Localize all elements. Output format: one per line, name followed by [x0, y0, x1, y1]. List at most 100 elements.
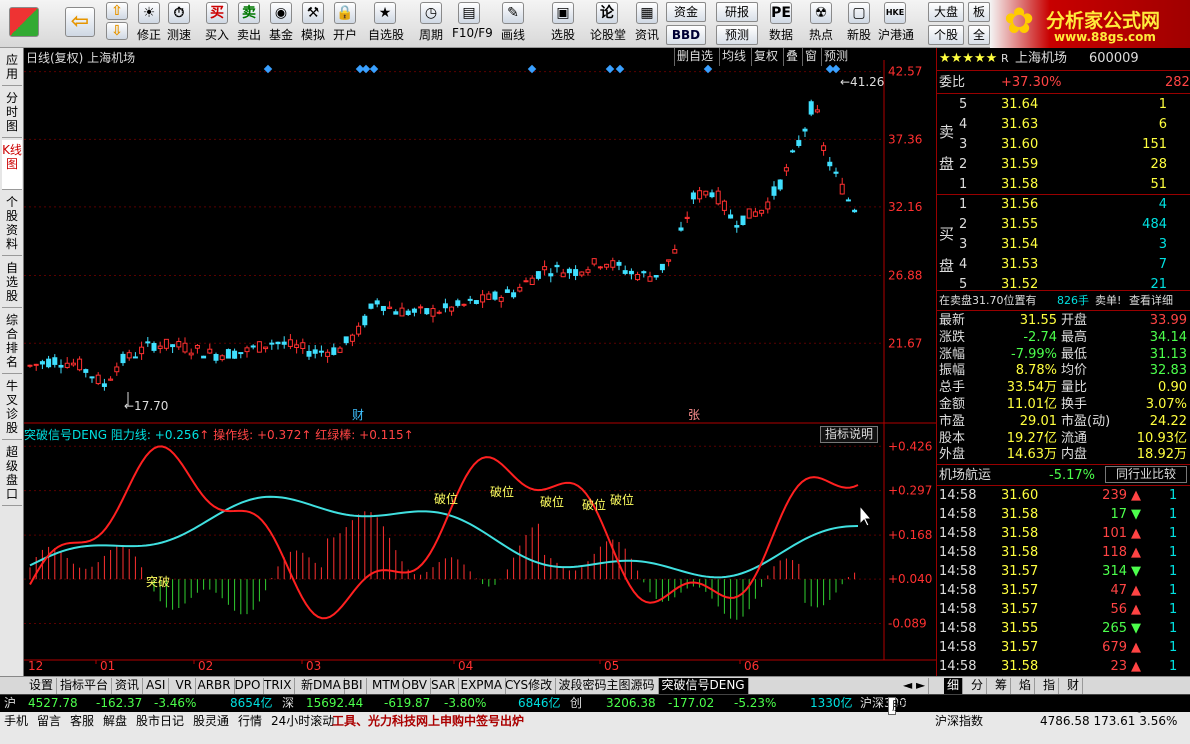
- scroll-arrows-icon[interactable]: ◄ ►: [900, 678, 930, 694]
- status-link-5[interactable]: 股灵通: [193, 713, 229, 729]
- toolbar-button-6[interactable]: 🔒 开户: [328, 2, 362, 46]
- indicator-tab-3[interactable]: ASI: [143, 678, 170, 694]
- status-link-1[interactable]: 留言: [37, 713, 61, 729]
- chart-menu-item-0[interactable]: 删自选: [674, 48, 715, 66]
- left-tab-2[interactable]: K线图: [2, 140, 22, 190]
- left-tab-1[interactable]: 分时图: [2, 88, 22, 138]
- indicator-tab-13[interactable]: EXPMA: [458, 678, 507, 694]
- toolbar-button-9[interactable]: ▤ F10/F9: [452, 2, 493, 46]
- yanbao-button[interactable]: 研报: [716, 2, 758, 22]
- toolbar-button-10[interactable]: ✎ 画线: [496, 2, 530, 46]
- stock-code: 600009: [1089, 51, 1139, 66]
- panel-tab-4[interactable]: 指: [1040, 678, 1060, 694]
- panel-tab-3[interactable]: 焰: [1016, 678, 1036, 694]
- left-tab-7[interactable]: 超级盘口: [2, 442, 22, 506]
- ad-banner[interactable]: 股票公式股票软件下载[分析家公式网www.88gs.com]: [888, 697, 1184, 715]
- candle-body: [591, 258, 597, 265]
- indicator-tab-0[interactable]: 设置: [26, 678, 58, 694]
- toolbar-button-4[interactable]: ◉ 基金: [264, 2, 298, 46]
- left-tab-3[interactable]: 个股资料: [2, 192, 22, 256]
- indicator-tab-4[interactable]: VR: [173, 678, 197, 694]
- panel-tab-2[interactable]: 筹: [992, 678, 1012, 694]
- toolbar-button-16[interactable]: ▢ 新股: [842, 2, 876, 46]
- event-diamond[interactable]: [369, 64, 379, 74]
- zijin-button[interactable]: 资金: [666, 2, 706, 22]
- yujing-button[interactable]: 预测: [716, 25, 758, 45]
- gegu-button[interactable]: 个股: [928, 25, 964, 45]
- news-ticker[interactable]: 工具、光力科技网上申购中签号出炉: [332, 713, 524, 729]
- indicator-tab-16[interactable]: 突破信号DENG: [658, 678, 749, 694]
- status-link-4[interactable]: 股市日记: [136, 713, 184, 729]
- bbd-button[interactable]: BBD: [666, 25, 706, 45]
- indicator-tab-12[interactable]: SAR: [428, 678, 460, 694]
- toolbar-button-11[interactable]: ▣ 选股: [546, 2, 580, 46]
- dapan-button[interactable]: 大盘: [928, 2, 964, 22]
- event-diamond[interactable]: [615, 64, 625, 74]
- toolbar-button-8[interactable]: ◷ 周期: [414, 2, 448, 46]
- indicator-tab-2[interactable]: 资讯: [112, 678, 144, 694]
- indicator-tab-6[interactable]: DPO: [232, 678, 265, 694]
- status-link-3[interactable]: 解盘: [103, 713, 127, 729]
- sh-label: 沪: [4, 696, 17, 710]
- toolbar-button-13[interactable]: ▦ 资讯: [630, 2, 664, 46]
- indicator-tab-11[interactable]: OBV: [399, 678, 432, 694]
- split-marker[interactable]: 张: [688, 408, 700, 422]
- status-link-0[interactable]: 手机: [4, 713, 28, 729]
- left-tab-6[interactable]: 牛叉诊股: [2, 376, 22, 440]
- event-diamond[interactable]: [361, 64, 371, 74]
- left-tab-5[interactable]: 综合排名: [2, 310, 22, 374]
- indicator-tab-14[interactable]: CYS修改: [502, 678, 557, 694]
- indicator-tab-5[interactable]: ARBR: [195, 678, 235, 694]
- toolbar-button-7[interactable]: ★ 自选股: [368, 2, 404, 46]
- up-down-button[interactable]: ⇧ ⇩: [104, 2, 130, 46]
- panel-tab-0[interactable]: 细: [944, 678, 964, 694]
- toolbar-button-12[interactable]: 论论股堂: [590, 2, 627, 46]
- status-link-7[interactable]: 24小时滚动: [271, 713, 334, 729]
- toolbar-icon: ◷: [420, 2, 442, 24]
- panel-tab-5[interactable]: 财: [1064, 678, 1084, 694]
- toolbar-label: 论股堂: [590, 28, 627, 42]
- cell: 31.58: [1001, 659, 1039, 674]
- chart-menu-item-2[interactable]: 复权: [751, 48, 780, 66]
- ban-button[interactable]: 板: [968, 2, 990, 22]
- candle-body: [821, 145, 827, 151]
- chart-menu-item-1[interactable]: 均线: [719, 48, 748, 66]
- candle-body: [709, 192, 715, 198]
- indicator-help-button[interactable]: 指标说明: [820, 426, 879, 443]
- event-diamond[interactable]: [605, 64, 615, 74]
- chart-menu-item-4[interactable]: 窗: [802, 48, 819, 66]
- indicator-tab-1[interactable]: 指标平台: [57, 678, 113, 694]
- cell: 10.93亿: [1136, 430, 1187, 446]
- back-button[interactable]: ⇦: [62, 2, 98, 46]
- indicator-tab-15[interactable]: 波段密码主图源码: [556, 678, 659, 694]
- finance-marker[interactable]: 财: [352, 408, 364, 422]
- indicator-tab-9[interactable]: BBI: [340, 678, 367, 694]
- app-menu-button[interactable]: [4, 2, 44, 46]
- toolbar-label: 买入: [204, 28, 229, 42]
- toolbar-button-17[interactable]: HKE 沪港通: [878, 2, 914, 46]
- indicator-tab-7[interactable]: TRIX: [261, 678, 296, 694]
- toolbar-button-1[interactable]: ⏱ 测速: [162, 2, 196, 46]
- chart-menu-item-3[interactable]: 叠: [783, 48, 800, 66]
- toolbar-button-0[interactable]: ☀ 修正: [132, 2, 166, 46]
- quan-button[interactable]: 全: [968, 25, 990, 45]
- sell-level-0: 5 31.64 1: [937, 96, 1190, 113]
- kline-chart-area[interactable]: 42.57 37.36 32.16 26.88 21.67 +0.426 +0.297 +0.…: [24, 48, 936, 676]
- toolbar-button-15[interactable]: ☢ 热点: [804, 2, 838, 46]
- toolbar-button-2[interactable]: 买买入: [200, 2, 234, 46]
- toolbar-button-3[interactable]: 卖卖出: [232, 2, 266, 46]
- sector-compare-button[interactable]: 同行业比较: [1105, 466, 1187, 483]
- event-diamond[interactable]: [831, 64, 841, 74]
- candle-body: [318, 350, 324, 353]
- left-tab-0[interactable]: 应用: [2, 50, 22, 86]
- chart-menu-item-5[interactable]: 预测: [821, 48, 850, 66]
- status-link-6[interactable]: 行情: [238, 713, 262, 729]
- toolbar-button-5[interactable]: ⚒ 模拟: [296, 2, 330, 46]
- candlestick-series: [27, 99, 858, 391]
- indicator-tab-8[interactable]: 新DMA: [298, 678, 345, 694]
- panel-tab-1[interactable]: 分: [968, 678, 988, 694]
- left-tab-4[interactable]: 自选股: [2, 258, 22, 308]
- status-link-2[interactable]: 客服: [70, 713, 94, 729]
- cell: 31.57: [1001, 583, 1039, 598]
- toolbar-button-14[interactable]: PE 数据: [764, 2, 798, 46]
